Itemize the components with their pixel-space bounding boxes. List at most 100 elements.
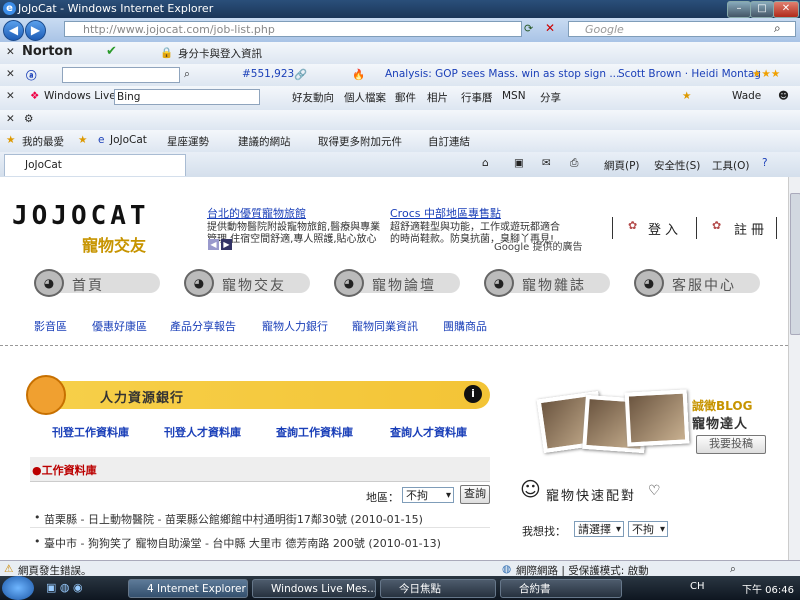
search-input[interactable]: Google — [568, 21, 796, 37]
url-input[interactable]: http://www.jojocat.com/job-list.php — [64, 21, 522, 37]
tools-menu[interactable]: 工具(O) — [712, 158, 749, 173]
register-link[interactable]: 註冊 — [734, 219, 768, 238]
task-messenger[interactable]: Windows Live Mes... — [252, 579, 376, 598]
post-talent-link[interactable]: 刊登人才資料庫 — [164, 424, 241, 440]
favorites-label[interactable]: 我的最愛 — [22, 134, 64, 149]
vertical-scrollbar[interactable] — [788, 177, 800, 560]
jobs-header-label: ●工作資料庫 — [32, 464, 97, 477]
refresh-icon[interactable]: ⟳ — [524, 22, 533, 35]
minimize-button[interactable]: – — [727, 1, 751, 18]
nav-forum[interactable]: ◕ 寵物論壇 — [334, 269, 462, 297]
live-link-5[interactable]: MSN — [502, 90, 526, 102]
page-menu[interactable]: 網頁(P) — [604, 158, 640, 173]
search-button[interactable]: 查詢 — [460, 485, 490, 504]
windows-live-label[interactable]: Windows Live — [44, 90, 116, 102]
close-button[interactable]: ✕ — [773, 1, 799, 18]
zoom-icon[interactable]: ⌕ — [730, 563, 736, 576]
start-button[interactable] — [2, 576, 34, 600]
close-toolbar-icon[interactable]: ✕ — [6, 46, 15, 58]
ad2-link[interactable]: Crocs 中部地區專售點 — [390, 207, 501, 220]
fav-item-1[interactable]: 星座運勢 — [167, 134, 209, 149]
blog-label[interactable]: 誠徵BLOG — [692, 397, 752, 414]
norton-brand[interactable]: Norton — [22, 44, 73, 59]
task-contract[interactable]: 合約書 — [500, 579, 622, 598]
tools-icon[interactable]: ⚙ — [24, 113, 33, 125]
login-link[interactable]: 登入 — [648, 219, 682, 238]
toolbar-search-input[interactable] — [62, 67, 180, 83]
fav-item-0[interactable]: JoJoCat — [110, 134, 147, 146]
print-icon[interactable]: ⎙ — [570, 157, 578, 170]
nav-home[interactable]: ◕ 首頁 — [34, 269, 162, 297]
norton-identity-item[interactable]: 身分卡與登入資訊 — [178, 46, 262, 61]
news-ticker[interactable]: Analysis: GOP sees Mass. win as stop sig… — [385, 68, 619, 80]
search-job-link[interactable]: 查詢工作資料庫 — [276, 424, 353, 440]
subnav-deals[interactable]: 優惠好康區 — [92, 318, 147, 334]
fav-item-3[interactable]: 取得更多附加元件 — [318, 134, 402, 149]
pet-type-select[interactable]: 請選擇 — [574, 521, 624, 538]
rss-icon[interactable]: ▣ — [514, 157, 524, 169]
live-link-3[interactable]: 相片 — [427, 90, 448, 105]
check-icon[interactable]: ✔ — [106, 44, 117, 59]
fav-item-4[interactable]: 自訂連結 — [428, 134, 470, 149]
task-ie[interactable]: 4 Internet Explorer — [128, 579, 248, 598]
fire-icon[interactable]: 🔥 — [352, 68, 365, 81]
subnav-industry[interactable]: 寵物同業資訊 — [352, 318, 418, 334]
warning-icon[interactable]: ⚠ — [4, 563, 13, 575]
search-talent-link[interactable]: 查詢人才資料庫 — [390, 424, 467, 440]
job-item-1[interactable]: 臺中市 - 狗狗笑了 寵物自助澡堂 - 台中縣 大里市 德芳南路 200號 (2… — [44, 535, 441, 551]
star-icon[interactable]: ★ — [682, 90, 691, 102]
close-toolbar-icon[interactable]: ✕ — [6, 113, 15, 125]
google-ads-label[interactable]: Google 提供的廣告 — [494, 238, 582, 253]
live-link-2[interactable]: 郵件 — [395, 90, 416, 105]
mail-icon[interactable]: ✉ — [542, 157, 551, 169]
search-icon[interactable]: ⌕ — [774, 21, 781, 36]
bing-search-input[interactable]: Bing — [114, 89, 260, 105]
tab-jojocat[interactable]: JoJoCat — [4, 154, 186, 176]
post-job-link[interactable]: 刊登工作資料庫 — [52, 424, 129, 440]
ad1-link[interactable]: 台北的優質寵物旅館 — [207, 207, 306, 220]
task-news[interactable]: 今日焦點 — [380, 579, 496, 598]
language-indicator[interactable]: CH — [690, 581, 705, 592]
ask-icon[interactable]: ⓐ — [26, 68, 37, 83]
nav-pet-social[interactable]: ◕ 寵物交友 — [184, 269, 312, 297]
subnav-group-buy[interactable]: 團購商品 — [443, 318, 487, 334]
stop-icon[interactable]: ✕ — [545, 21, 555, 35]
subnav-jobs[interactable]: 寵物人力銀行 — [262, 318, 328, 334]
scroll-thumb[interactable] — [790, 193, 800, 335]
search-icon[interactable]: ⌕ — [184, 68, 190, 81]
ad-next-button[interactable]: ▶ — [221, 239, 232, 250]
nav-magazine[interactable]: ◕ 寵物雜誌 — [484, 269, 612, 297]
people-ticker[interactable]: Scott Brown · Heidi Montag — [618, 68, 761, 80]
site-logo[interactable]: JOJOCAT — [12, 201, 150, 231]
add-favorite-icon[interactable]: ★ — [78, 134, 87, 146]
close-toolbar-icon[interactable]: ✕ — [6, 68, 15, 80]
live-link-0[interactable]: 好友動向 — [292, 90, 334, 105]
area-label: 地區： — [366, 491, 399, 504]
safety-menu[interactable]: 安全性(S) — [654, 158, 700, 173]
info-icon[interactable]: i — [464, 385, 482, 403]
live-link-1[interactable]: 個人檔案 — [344, 90, 386, 105]
live-link-6[interactable]: 分享 — [540, 90, 561, 105]
home-icon[interactable]: ⌂ — [482, 157, 489, 169]
pet-filter-select[interactable]: 不拘 — [628, 521, 668, 538]
subnav-video[interactable]: 影音區 — [34, 318, 67, 334]
fav-item-2[interactable]: 建議的網站 — [238, 134, 291, 149]
nav-support[interactable]: ◕ 客服中心 — [634, 269, 762, 297]
avatar[interactable]: ☻ — [778, 90, 789, 102]
user-name[interactable]: Wade — [732, 90, 761, 102]
back-button[interactable]: ◀ — [3, 20, 24, 41]
area-select[interactable]: 不拘 — [402, 487, 454, 504]
maximize-button[interactable]: □ — [750, 1, 774, 18]
live-link-4[interactable]: 行事曆 — [461, 90, 493, 105]
job-item-0[interactable]: 苗栗縣 - 日上動物醫院 - 苗栗縣公館鄉館中村通明街17鄰30號 (2010-… — [44, 511, 423, 527]
subnav-reviews[interactable]: 產品分享報告 — [170, 318, 236, 334]
favorites-star-icon[interactable]: ★ — [6, 134, 15, 146]
quicklaunch-icons[interactable]: ▣ ◍ ◉ — [46, 581, 83, 594]
clock[interactable]: 下午 06:46 — [742, 581, 794, 596]
ad-prev-button[interactable]: ◀ — [208, 239, 219, 250]
help-icon[interactable]: ? — [762, 157, 768, 169]
submit-post-button[interactable]: 我要投稿 — [696, 435, 766, 454]
forward-button[interactable]: ▶ — [25, 20, 46, 41]
link-icon[interactable]: 🔗 — [294, 68, 307, 81]
close-toolbar-icon[interactable]: ✕ — [6, 90, 15, 102]
